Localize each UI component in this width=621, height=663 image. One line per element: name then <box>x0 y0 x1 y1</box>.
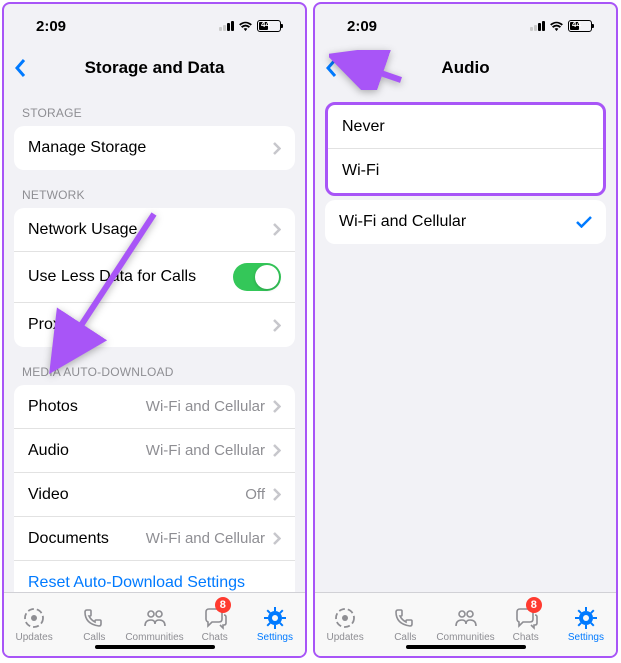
home-indicator <box>406 645 526 649</box>
wifi-icon <box>238 21 253 32</box>
row-use-less-data[interactable]: Use Less Data for Calls <box>14 252 295 303</box>
status-bar: 2:09 44 <box>315 4 616 48</box>
row-label: Documents <box>28 530 109 548</box>
section-header-media: MEDIA AUTO-DOWNLOAD <box>4 347 305 385</box>
tab-label: Calls <box>394 632 416 643</box>
row-value: Wi-Fi and Cellular <box>146 530 265 547</box>
check-icon <box>576 216 592 228</box>
chevron-right-icon <box>273 319 281 332</box>
section-header-storage: STORAGE <box>4 88 305 126</box>
back-button[interactable] <box>325 58 337 78</box>
home-indicator <box>95 645 215 649</box>
gear-icon <box>262 606 288 630</box>
tab-settings[interactable]: Settings <box>556 593 616 656</box>
updates-icon <box>21 606 47 630</box>
row-label: Proxy <box>28 316 69 334</box>
row-manage-storage[interactable]: Manage Storage <box>14 126 295 170</box>
content-scroll[interactable]: Never Wi-Fi Wi-Fi and Cellular <box>315 88 616 592</box>
row-value: Wi-Fi and Cellular <box>146 442 265 459</box>
chevron-right-icon <box>273 400 281 413</box>
row-photos[interactable]: Photos Wi-Fi and Cellular <box>14 385 295 429</box>
tab-label: Settings <box>568 632 604 643</box>
row-label: Wi-Fi and Cellular <box>339 213 466 231</box>
status-time: 2:09 <box>36 18 66 35</box>
right-screenshot: 2:09 44 Audio Never Wi-Fi Wi-Fi and Cell… <box>313 2 618 658</box>
row-label: Manage Storage <box>28 139 146 157</box>
row-label: Photos <box>28 398 78 416</box>
chevron-right-icon <box>273 532 281 545</box>
tab-label: Updates <box>15 632 52 643</box>
row-label: Never <box>342 118 385 136</box>
reset-link: Reset Auto-Download Settings <box>28 574 245 592</box>
tab-label: Calls <box>83 632 105 643</box>
options-group-2: Wi-Fi and Cellular <box>325 200 606 244</box>
row-label: Video <box>28 486 69 504</box>
tab-updates[interactable]: Updates <box>315 593 375 656</box>
wifi-icon <box>549 21 564 32</box>
tab-updates[interactable]: Updates <box>4 593 64 656</box>
row-wifi-cellular[interactable]: Wi-Fi and Cellular <box>325 200 606 244</box>
nav-title: Audio <box>441 58 489 78</box>
signal-icon <box>219 21 234 31</box>
status-bar: 2:09 44 <box>4 4 305 48</box>
row-audio[interactable]: Audio Wi-Fi and Cellular <box>14 429 295 473</box>
phone-icon <box>81 606 107 630</box>
chevron-right-icon <box>273 142 281 155</box>
network-group: Network Usage Use Less Data for Calls Pr… <box>14 208 295 347</box>
storage-group: Manage Storage <box>14 126 295 170</box>
content-scroll[interactable]: STORAGE Manage Storage NETWORK Network U… <box>4 88 305 592</box>
communities-icon <box>142 606 168 630</box>
tab-label: Updates <box>326 632 363 643</box>
row-label: Use Less Data for Calls <box>28 268 196 286</box>
chevron-right-icon <box>273 444 281 457</box>
battery-icon: 44 <box>257 20 281 32</box>
communities-icon <box>453 606 479 630</box>
row-value: Wi-Fi and Cellular <box>146 398 265 415</box>
tab-label: Communities <box>125 632 183 643</box>
row-reset[interactable]: Reset Auto-Download Settings <box>14 561 295 592</box>
tab-label: Communities <box>436 632 494 643</box>
row-proxy[interactable]: Proxy <box>14 303 295 347</box>
left-screenshot: 2:09 44 Storage and Data STORAGE Manage … <box>2 2 307 658</box>
tab-label: Settings <box>257 632 293 643</box>
nav-bar: Storage and Data <box>4 48 305 88</box>
nav-title: Storage and Data <box>85 58 225 78</box>
signal-icon <box>530 21 545 31</box>
status-icons: 44 <box>530 20 592 32</box>
status-icons: 44 <box>219 20 281 32</box>
tab-settings[interactable]: Settings <box>245 593 305 656</box>
options-highlighted-group: Never Wi-Fi <box>325 102 606 196</box>
badge: 8 <box>215 597 231 613</box>
section-header-network: NETWORK <box>4 170 305 208</box>
battery-icon: 44 <box>568 20 592 32</box>
chevron-right-icon <box>273 223 281 236</box>
back-button[interactable] <box>14 58 26 78</box>
row-wifi[interactable]: Wi-Fi <box>328 149 603 193</box>
nav-bar: Audio <box>315 48 616 88</box>
row-network-usage[interactable]: Network Usage <box>14 208 295 252</box>
gear-icon <box>573 606 599 630</box>
row-label: Wi-Fi <box>342 162 379 180</box>
chevron-right-icon <box>273 488 281 501</box>
row-never[interactable]: Never <box>328 105 603 149</box>
row-label: Network Usage <box>28 221 137 239</box>
row-label: Audio <box>28 442 69 460</box>
media-group: Photos Wi-Fi and Cellular Audio Wi-Fi an… <box>14 385 295 592</box>
toggle-on[interactable] <box>233 263 281 291</box>
tab-label: Chats <box>202 632 228 643</box>
phone-icon <box>392 606 418 630</box>
tab-label: Chats <box>513 632 539 643</box>
status-time: 2:09 <box>347 18 377 35</box>
updates-icon <box>332 606 358 630</box>
row-video[interactable]: Video Off <box>14 473 295 517</box>
row-value: Off <box>245 486 265 503</box>
row-documents[interactable]: Documents Wi-Fi and Cellular <box>14 517 295 561</box>
badge: 8 <box>526 597 542 613</box>
